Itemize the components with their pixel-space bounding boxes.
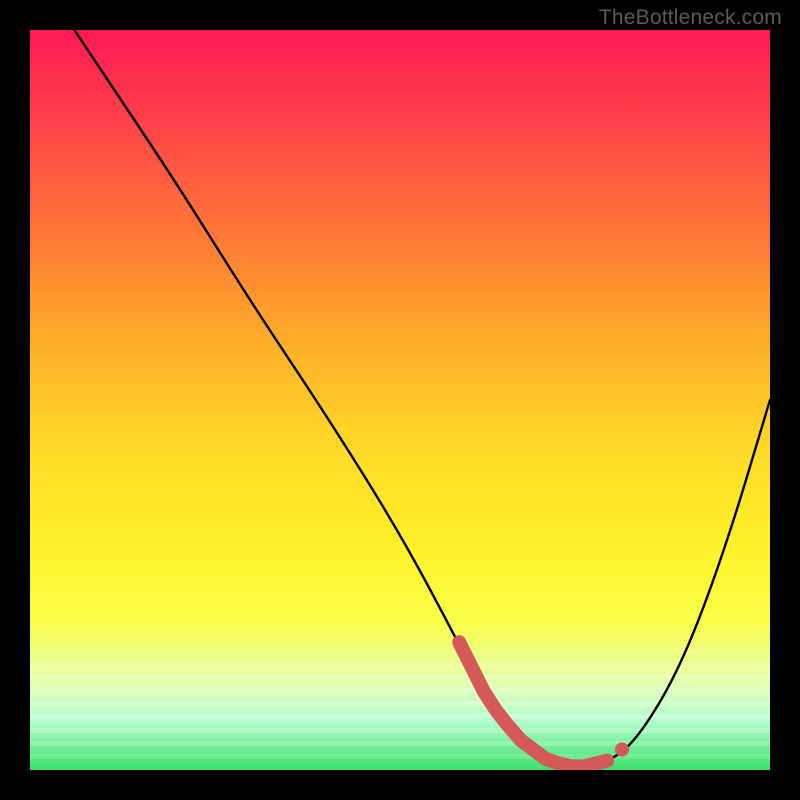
sweet-spot-band [459, 642, 607, 767]
sweet-spot-end-dot [615, 743, 629, 757]
plot-area [30, 30, 770, 770]
chart-frame: TheBottleneck.com [0, 0, 800, 800]
bottom-glow-stripes [30, 637, 770, 770]
bottleneck-curve-svg [30, 30, 770, 770]
bottleneck-curve-path [74, 30, 770, 768]
watermark-text: TheBottleneck.com [599, 6, 782, 30]
